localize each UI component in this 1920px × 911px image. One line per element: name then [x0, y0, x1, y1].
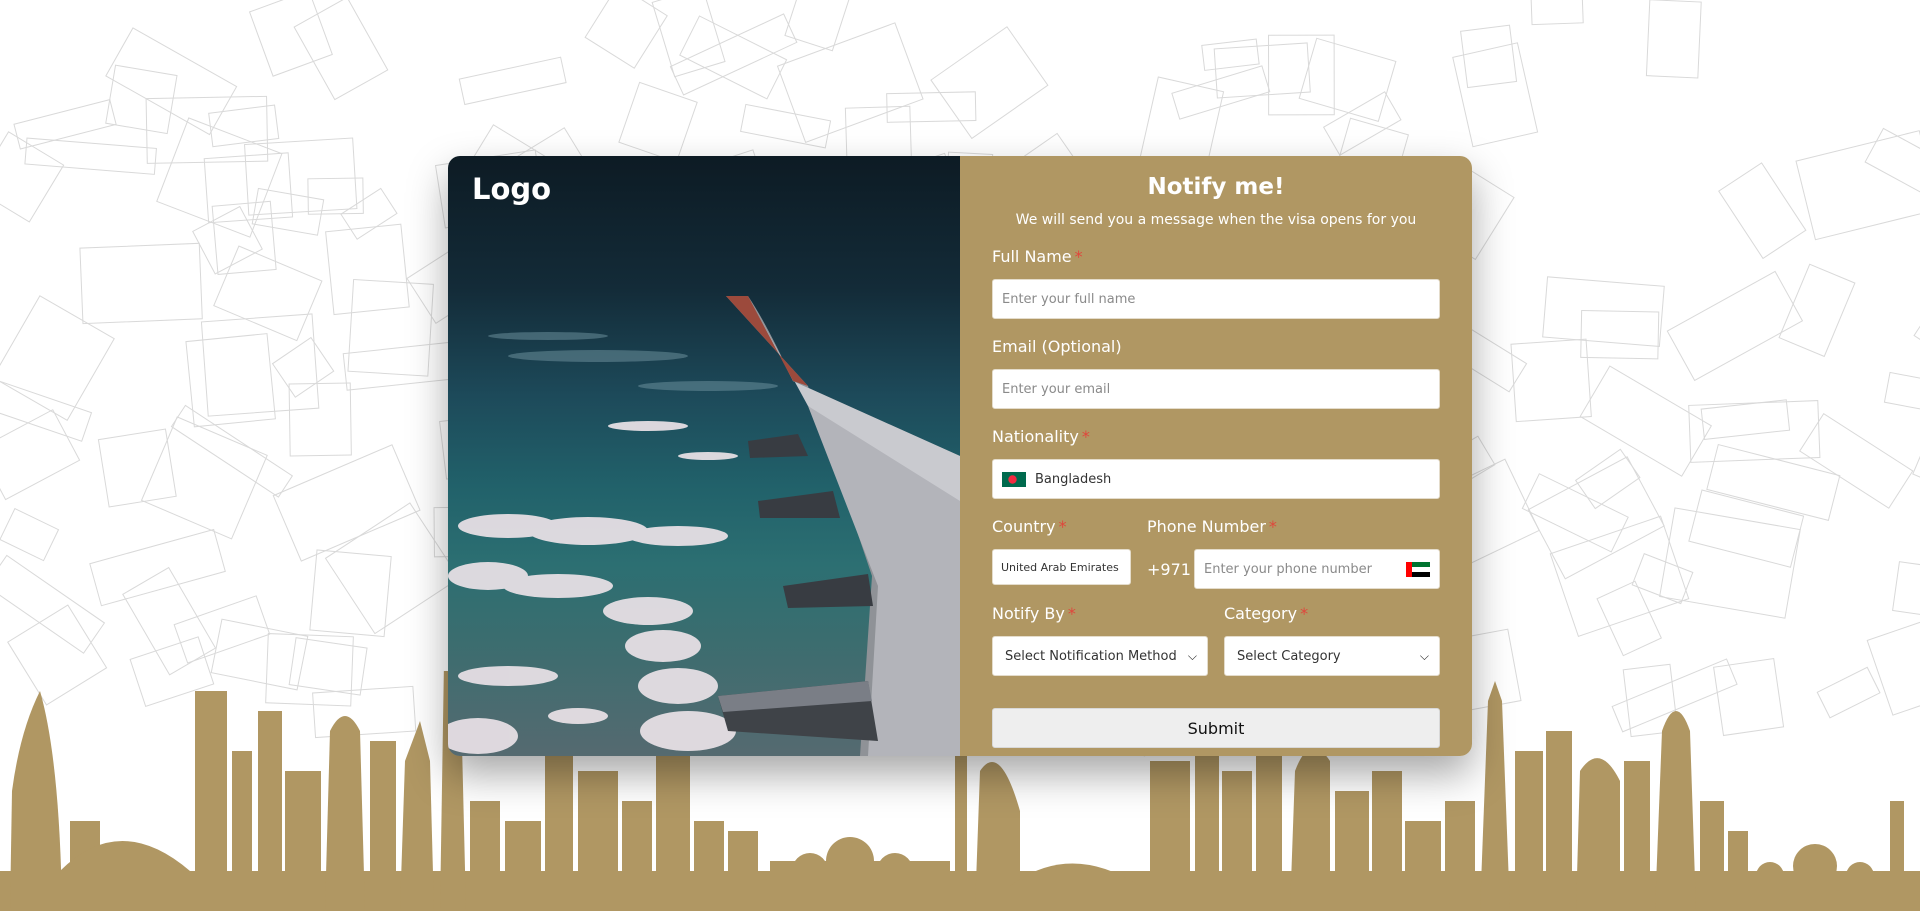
airplane-wing-illustration [448, 296, 960, 756]
nationality-field: Nationality * Bangladesh [992, 427, 1440, 499]
submit-button[interactable]: Submit [992, 708, 1440, 748]
phone-input-group: +971 Enter your phone number [1147, 549, 1440, 589]
nationality-value: Bangladesh [1035, 471, 1112, 487]
full-name-field: Full Name * Enter your full name [992, 247, 1440, 319]
phone-placeholder: Enter your phone number [1204, 561, 1372, 577]
phone-label: Phone Number * [1147, 517, 1277, 536]
email-field: Email (Optional) Enter your email [992, 337, 1440, 409]
country-select[interactable]: United Arab Emirates [992, 549, 1131, 585]
full-name-input[interactable]: Enter your full name [992, 279, 1440, 319]
dial-code: +971 [1147, 559, 1191, 579]
full-name-placeholder: Enter your full name [1002, 291, 1136, 307]
email-label: Email (Optional) [992, 337, 1122, 356]
notify-form: Notify me! We will send you a message wh… [960, 156, 1472, 756]
category-select[interactable]: Select Category ⌵ [1224, 636, 1440, 676]
notify-category-row: Notify By * Select Notification Method ⌵ … [992, 604, 1440, 676]
notify-by-field: Notify By * Select Notification Method ⌵ [992, 604, 1208, 676]
full-name-label: Full Name * [992, 247, 1083, 266]
required-mark: * [1268, 517, 1277, 536]
bangladesh-flag-icon [1002, 471, 1026, 487]
country-value: United Arab Emirates [1001, 560, 1119, 574]
uae-flag-icon [1406, 561, 1430, 577]
category-label: Category * [1224, 604, 1309, 623]
notify-by-label: Notify By * [992, 604, 1076, 623]
country-field: Country * United Arab Emirates [992, 517, 1131, 589]
airplane-wing-photo: Logo [448, 156, 960, 756]
email-input[interactable]: Enter your email [992, 369, 1440, 409]
nationality-label: Nationality * [992, 427, 1090, 446]
phone-field: Phone Number * +971 Enter your phone numb… [1147, 517, 1440, 589]
chevron-down-icon: ⌵ [1419, 648, 1429, 663]
required-mark: * [1067, 604, 1076, 623]
notify-card: Logo Notify me! We will send you a messa… [448, 156, 1472, 756]
phone-input[interactable]: Enter your phone number [1194, 549, 1440, 589]
required-mark: * [1300, 604, 1309, 623]
chevron-down-icon: ⌵ [1187, 648, 1197, 663]
category-field: Category * Select Category ⌵ [1224, 604, 1440, 676]
form-title: Notify me! [1147, 174, 1285, 200]
email-placeholder: Enter your email [1002, 381, 1111, 397]
required-mark: * [1074, 247, 1083, 266]
notify-by-selected: Select Notification Method [1005, 648, 1177, 664]
form-subtitle: We will send you a message when the visa… [1015, 212, 1417, 228]
category-selected: Select Category [1237, 648, 1341, 664]
required-mark: * [1081, 427, 1090, 446]
country-label: Country * [992, 517, 1067, 536]
required-mark: * [1058, 517, 1067, 536]
logo[interactable]: Logo [472, 172, 551, 206]
nationality-select[interactable]: Bangladesh [992, 459, 1440, 499]
country-phone-row: Country * United Arab Emirates Phone Numb… [992, 517, 1440, 589]
notify-by-select[interactable]: Select Notification Method ⌵ [992, 636, 1208, 676]
